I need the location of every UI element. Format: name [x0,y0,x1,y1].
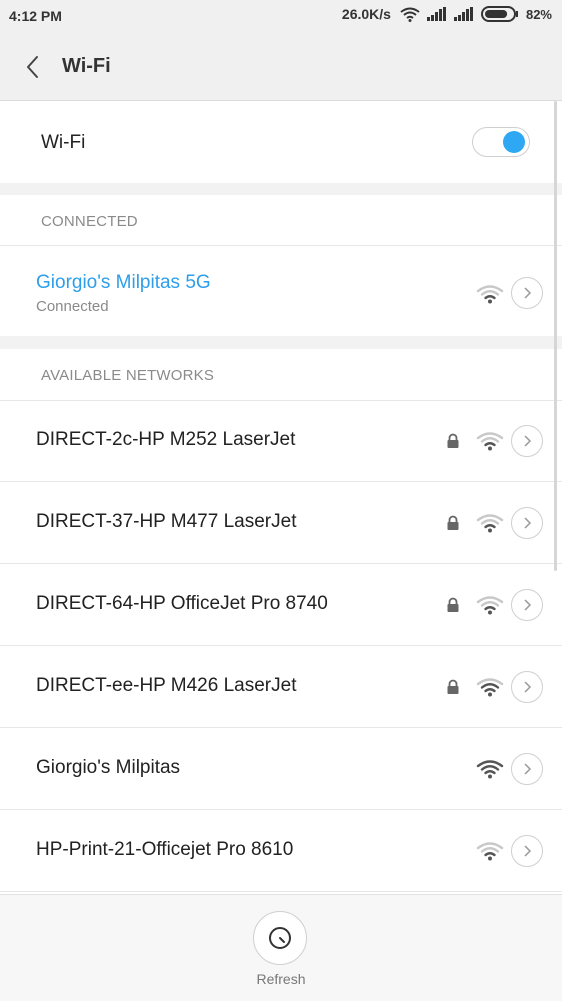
network-details-button[interactable] [511,277,543,309]
wifi-status-icon [400,7,420,22]
network-details-button[interactable] [511,835,543,867]
network-details-button[interactable] [511,589,543,621]
wifi-signal-icon [476,432,504,451]
network-row[interactable]: DIRECT-64-HP OfficeJet Pro 8740 [0,564,562,645]
network-name: DIRECT-2c-HP M252 LaserJet [36,429,296,450]
scrollbar[interactable] [554,101,557,571]
network-row[interactable]: HP-Print-21-Officejet Pro 8610 [0,810,562,891]
network-row[interactable]: DIRECT-37-HP M477 LaserJet [0,482,562,563]
wifi-signal-icon [476,285,504,304]
chevron-right-icon [524,435,532,447]
wifi-signal-icon [476,842,504,861]
chevron-left-icon [27,56,38,78]
network-details-button[interactable] [511,507,543,539]
cell-signal-icon [453,7,473,21]
section-header-connected: CONNECTED [41,213,138,230]
network-name: DIRECT-64-HP OfficeJet Pro 8740 [36,593,328,614]
cell-signal-icon [426,7,446,21]
chevron-right-icon [524,845,532,857]
battery-percent: 82% [525,6,552,22]
back-button[interactable] [18,52,48,82]
toggle-knob [503,131,525,153]
divider [0,891,562,892]
app-header: Wi-Fi [0,34,562,101]
connected-network-row[interactable]: Giorgio's Milpitas 5G Connected [0,245,562,336]
network-name: DIRECT-ee-HP M426 LaserJet [36,675,297,696]
wifi-signal-icon [476,760,504,779]
wifi-toggle-label: Wi-Fi [41,132,86,153]
network-speed: 26.0K/s [341,6,391,22]
wifi-signal-icon [476,678,504,697]
network-details-button[interactable] [511,753,543,785]
lock-icon [447,597,459,612]
lock-icon [447,679,459,694]
status-time: 4:12 PM [9,8,62,24]
wifi-signal-icon [476,596,504,615]
network-name: Giorgio's Milpitas [36,757,181,778]
network-row[interactable]: DIRECT-2c-HP M252 LaserJet [0,400,562,481]
section-header-available: AVAILABLE NETWORKS [41,367,215,384]
chevron-right-icon [524,287,532,299]
status-indicators: 26.0K/s 82% [342,6,552,22]
chevron-right-icon [524,517,532,529]
refresh-label: Refresh [256,971,306,987]
wifi-signal-icon [476,514,504,533]
chevron-right-icon [524,763,532,775]
lock-icon [447,515,459,530]
connected-network-status: Connected [36,298,109,315]
wifi-toggle-switch[interactable] [472,127,530,157]
network-details-button[interactable] [511,671,543,703]
network-row[interactable]: Giorgio's Milpitas [0,728,562,809]
network-details-button[interactable] [511,425,543,457]
bottom-action-bar: Refresh [0,894,562,1001]
network-name: DIRECT-37-HP M477 LaserJet [36,511,297,532]
connected-network-name: Giorgio's Milpitas 5G [36,272,211,293]
status-bar: 4:12 PM 26.0K/s 82% [0,0,562,34]
refresh-icon [269,927,291,949]
lock-icon [447,433,459,448]
chevron-right-icon [524,681,532,693]
page-title: Wi-Fi [62,55,111,77]
network-name: HP-Print-21-Officejet Pro 8610 [36,839,294,860]
refresh-button[interactable] [253,911,307,965]
chevron-right-icon [524,599,532,611]
battery-icon [480,6,518,22]
network-row[interactable]: DIRECT-ee-HP M426 LaserJet [0,646,562,727]
